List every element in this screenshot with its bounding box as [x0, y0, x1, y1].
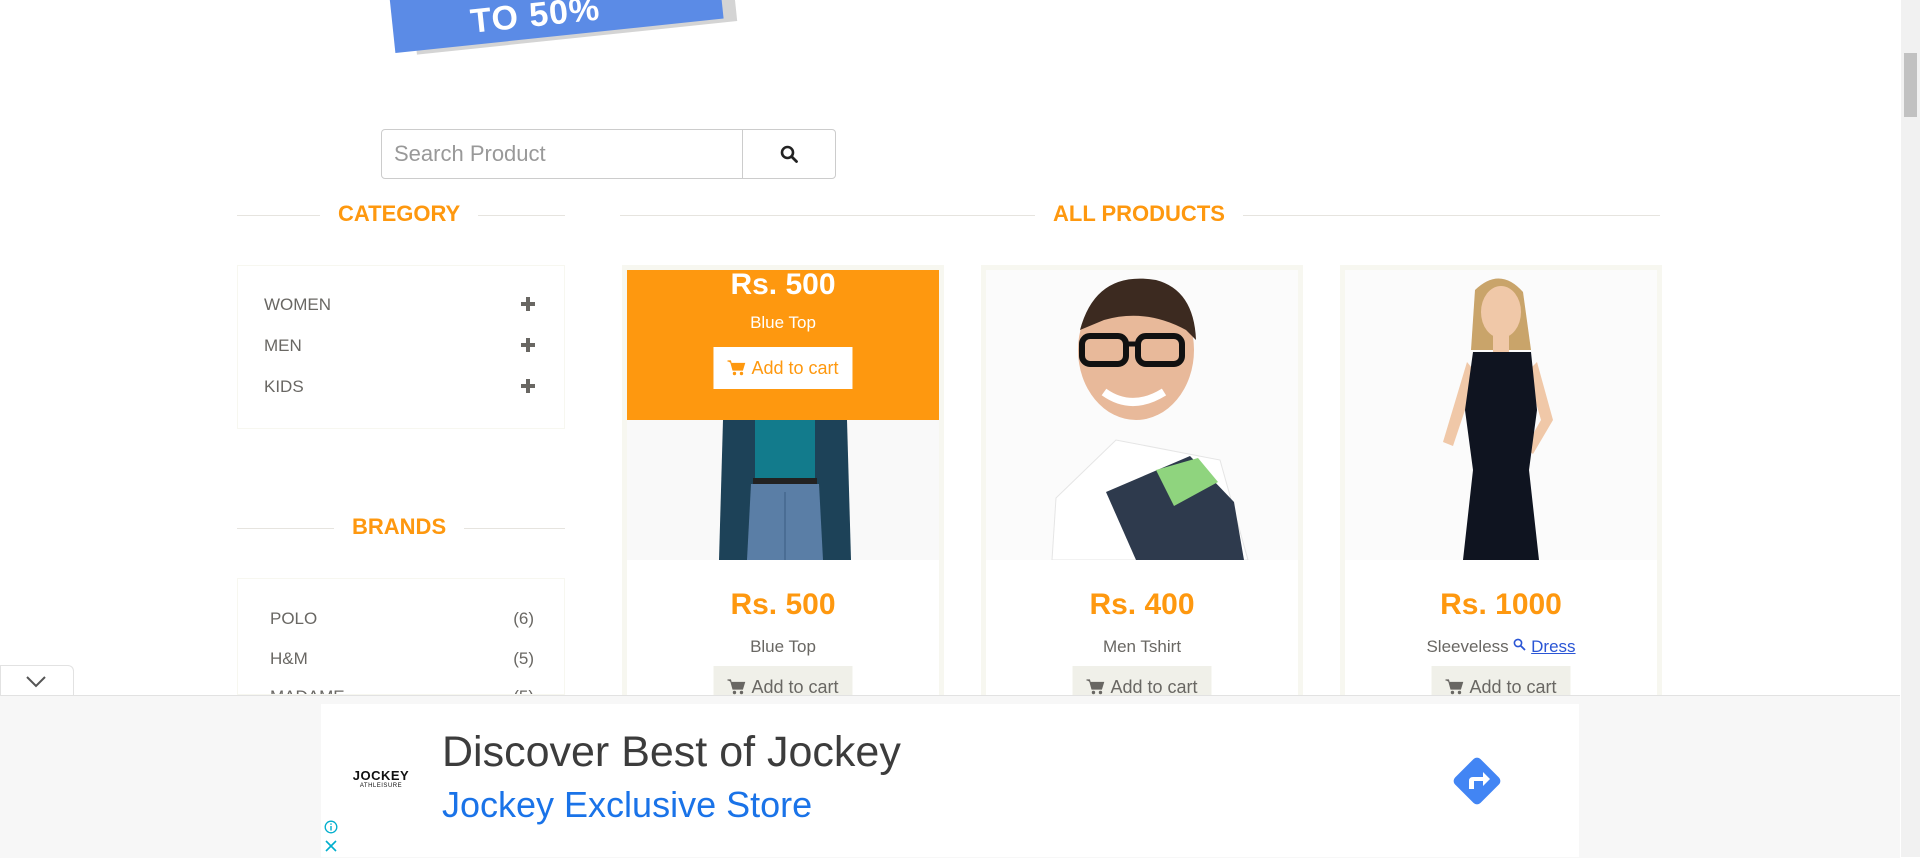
search-icon — [780, 145, 798, 163]
page-scrollbar[interactable] — [1901, 0, 1920, 857]
product-image-men-tshirt — [986, 270, 1298, 560]
search-button[interactable] — [742, 129, 836, 179]
product-card: Rs. 1000 Sleeveless Dress Add to cart — [1340, 265, 1662, 725]
product-name-link[interactable]: Dress — [1531, 637, 1575, 656]
products-title-row: ALL PRODUCTS — [620, 201, 1660, 231]
category-item-kids[interactable]: KIDS — [264, 377, 304, 397]
product-name: Men Tshirt — [1102, 637, 1182, 656]
category-panel: WOMEN MEN KIDS — [237, 265, 565, 429]
products-title: ALL PRODUCTS — [1035, 201, 1243, 227]
chevron-down-icon — [26, 676, 46, 688]
ad-subline[interactable]: Jockey Exclusive Store — [442, 784, 812, 826]
product-photo — [1345, 270, 1657, 560]
category-item-women[interactable]: WOMEN — [264, 295, 331, 315]
product-name-prefix: Sleeveless — [1426, 637, 1509, 656]
product-price: Rs. 400 — [1089, 588, 1195, 621]
category-title-row: CATEGORY — [237, 201, 565, 231]
product-image-sleeveless-dress — [1345, 270, 1657, 560]
brand-item-hm[interactable]: H&M — [270, 649, 308, 669]
brand-count: (6) — [513, 609, 534, 628]
ad-close-icon[interactable] — [324, 839, 338, 853]
ad-info-icon[interactable] — [324, 820, 338, 834]
overlay-name: Blue Top — [750, 313, 816, 332]
brand-item-polo[interactable]: POLO — [270, 609, 317, 629]
brands-title-row: BRANDS — [237, 514, 565, 544]
ad-card[interactable] — [321, 704, 1579, 857]
brand-item-madame[interactable]: MADAME — [270, 687, 345, 694]
ad-collapse-tab[interactable] — [0, 665, 74, 696]
brand-count: (5) — [513, 649, 534, 668]
product-price: Rs. 1000 — [1440, 588, 1562, 621]
cart-icon — [727, 679, 746, 695]
brand-count: (5) — [513, 687, 534, 694]
search-bar — [381, 129, 836, 179]
product-name: Blue Top — [750, 637, 816, 656]
logo-main: JOCKEY — [352, 768, 410, 783]
product-name: Sleeveless Dress — [1345, 637, 1657, 657]
expand-men-icon[interactable] — [520, 337, 536, 353]
category-item-men[interactable]: MEN — [264, 336, 302, 356]
overlay-price: Rs. 500 — [730, 268, 836, 301]
scrollbar-thumb[interactable] — [1904, 53, 1917, 117]
jockey-logo: JOCKEY ATHLEISURE — [346, 768, 416, 789]
product-card: Rs. 500 Blue Top Add to cart Rs. 500 Blu… — [622, 265, 944, 725]
expand-women-icon[interactable] — [520, 296, 536, 312]
expand-kids-icon[interactable] — [520, 378, 536, 394]
magnifier-icon — [1514, 638, 1527, 651]
brands-title: BRANDS — [334, 514, 465, 540]
search-input[interactable] — [381, 129, 769, 179]
product-hover-overlay: Rs. 500 Blue Top Add to cart — [627, 270, 939, 420]
ad-headline[interactable]: Discover Best of Jockey — [442, 728, 901, 777]
directions-icon[interactable] — [1447, 751, 1507, 811]
cart-icon — [727, 360, 746, 376]
product-price: Rs. 500 — [730, 588, 836, 621]
cart-icon — [1086, 679, 1105, 695]
overlay-add-to-cart-button[interactable]: Add to cart — [713, 347, 853, 389]
product-photo — [986, 270, 1298, 560]
category-title: CATEGORY — [320, 201, 479, 227]
cart-icon — [1445, 679, 1464, 695]
product-card: Rs. 400 Men Tshirt Add to cart — [981, 265, 1303, 725]
brands-panel: POLO (6) H&M (5) MADAME (5) — [237, 578, 565, 695]
logo-sub: ATHLEISURE — [359, 783, 403, 789]
add-to-cart-label: Add to cart — [751, 357, 839, 378]
